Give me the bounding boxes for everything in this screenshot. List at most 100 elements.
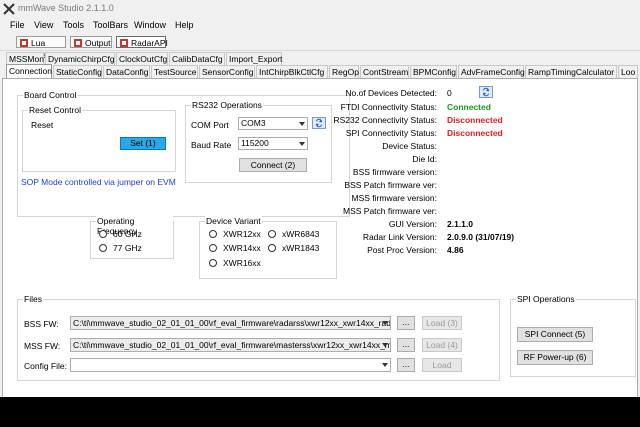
com-port-label: COM Port xyxy=(191,120,229,130)
output-icon xyxy=(74,39,82,47)
menu-bar: File View Tools ToolBars Window Help xyxy=(0,18,640,34)
refresh-devices-icon[interactable] xyxy=(479,86,493,98)
tab-row-1: MSSMon DynamicChirpCfg ClockOutCfg Calib… xyxy=(0,52,640,65)
tab-advframeconfig[interactable]: AdvFrameConfig xyxy=(458,65,525,78)
chevron-down-icon xyxy=(382,321,388,325)
toolbar: Lua Shell Output RadarAPI xyxy=(0,34,640,60)
radio-xwr14xx-label: XWR14xx xyxy=(223,243,261,253)
radio-xwr16xx[interactable] xyxy=(209,259,217,267)
bss-fw-field-label: BSS FW: xyxy=(24,319,59,329)
die-id-label: Die Id: xyxy=(412,154,437,164)
radio-xwr1843[interactable] xyxy=(268,244,276,252)
title-bar: mmWave Studio 2.1.1.0 xyxy=(0,0,640,18)
baud-rate-label: Baud Rate xyxy=(191,140,232,150)
tab-connection[interactable]: Connection xyxy=(6,64,52,79)
spi-operations-title: SPI Operations xyxy=(516,294,576,304)
tab-intchirpblkctlcfg[interactable]: IntChirpBlkCtlCfg xyxy=(256,65,328,78)
radio-xwr6843[interactable] xyxy=(268,230,276,238)
ftdi-status-label: FTDI Connectivity Status: xyxy=(340,102,437,112)
output-button[interactable]: Output xyxy=(70,36,112,48)
post-proc-value: 4.86 xyxy=(447,245,464,255)
tab-row-2: Connection StaticConfig DataConfig TestS… xyxy=(0,64,640,79)
tab-staticconfig[interactable]: StaticConfig xyxy=(53,65,102,78)
mss-fw-path[interactable]: C:\ti\mmwave_studio_02_01_01_00\rf_eval_… xyxy=(70,338,391,352)
tab-ramptimingcalculator[interactable]: RampTimingCalculator xyxy=(525,65,617,78)
tab-clockoutcfg[interactable]: ClockOutCfg xyxy=(116,52,168,65)
lua-shell-icon xyxy=(20,39,28,47)
radio-60ghz[interactable] xyxy=(99,230,107,238)
rs232-status-value: Disconnected xyxy=(447,115,503,125)
spi-status-value: Disconnected xyxy=(447,128,503,138)
radio-77ghz[interactable] xyxy=(99,244,107,252)
devices-detected-label: No.of Devices Detected: xyxy=(345,88,437,98)
config-load-button[interactable]: Load xyxy=(422,358,462,372)
mss-patch-label: MSS Patch firmware ver: xyxy=(343,206,437,216)
menu-tools[interactable]: Tools xyxy=(63,20,84,30)
rs232-title: RS232 Operations xyxy=(191,100,263,110)
post-proc-label: Post Proc Version: xyxy=(367,245,437,255)
connection-panel: Board Control Reset Control Reset Set (1… xyxy=(2,78,638,398)
radar-link-value: 2.0.9.0 (31/07/19) xyxy=(447,232,515,242)
menu-help[interactable]: Help xyxy=(175,20,194,30)
reset-label: Reset xyxy=(31,120,54,130)
menu-toolbars[interactable]: ToolBars xyxy=(93,20,128,30)
config-file-path[interactable] xyxy=(70,358,391,372)
chevron-down-icon xyxy=(382,343,388,347)
spi-status-label: SPI Connectivity Status: xyxy=(345,128,437,138)
bss-patch-label: BSS Patch firmware ver: xyxy=(344,180,437,190)
tab-testsource[interactable]: TestSource xyxy=(151,65,198,78)
bss-fw-label: BSS firmware version: xyxy=(352,167,437,177)
tab-import-export[interactable]: Import_Export xyxy=(226,52,282,65)
menu-window[interactable]: Window xyxy=(134,20,166,30)
rf-powerup-button[interactable]: RF Power-up (6) xyxy=(517,350,593,365)
reset-control-title: Reset Control xyxy=(28,105,82,115)
menu-file[interactable]: File xyxy=(10,20,25,30)
radarapi-button[interactable]: RadarAPI xyxy=(116,36,168,48)
tab-bpmconfig[interactable]: BPMConfig xyxy=(410,65,457,78)
bss-fw-path[interactable]: C:\ti\mmwave_studio_02_01_01_00\rf_eval_… xyxy=(70,316,391,330)
sop-mode-note: SOP Mode controlled via jumper on EVM xyxy=(21,177,176,187)
mss-fw-field-label: MSS FW: xyxy=(24,341,61,351)
tab-contstream[interactable]: ContStream xyxy=(360,65,409,78)
gui-version-value: 2.1.1.0 xyxy=(447,219,473,229)
files-title: Files xyxy=(23,294,43,304)
tab-regop[interactable]: RegOp xyxy=(329,65,359,78)
radarapi-icon xyxy=(120,39,128,47)
mss-load-button[interactable]: Load (4) xyxy=(422,338,462,352)
reset-control-group: Reset Control Reset Set (1) xyxy=(22,105,176,172)
radio-xwr14xx[interactable] xyxy=(209,244,217,252)
menu-view[interactable]: View xyxy=(34,20,53,30)
bss-load-button[interactable]: Load (3) xyxy=(422,316,462,330)
spi-connect-button[interactable]: SPI Connect (5) xyxy=(517,327,593,342)
tab-dataconfig[interactable]: DataConfig xyxy=(103,65,150,78)
tab-calibdatacfg[interactable]: CalibDataCfg xyxy=(169,52,225,65)
config-browse-button[interactable]: ... xyxy=(397,358,415,372)
com-port-value: COM3 xyxy=(241,118,266,128)
tab-sensorconfig[interactable]: SensorConfig xyxy=(199,65,255,78)
bss-fw-path-value: C:\ti\mmwave_studio_02_01_01_00\rf_eval_… xyxy=(73,318,391,328)
tab-loo[interactable]: Loo xyxy=(618,65,638,78)
spi-operations-group: SPI Operations SPI Connect (5) RF Power-… xyxy=(510,294,636,377)
output-label: Output xyxy=(85,38,111,48)
device-status-label: Device Status: xyxy=(382,141,437,151)
set-button[interactable]: Set (1) xyxy=(120,137,166,150)
ftdi-status-value: Connected xyxy=(447,102,491,112)
devices-detected-value: 0 xyxy=(447,88,452,98)
radarapi-label: RadarAPI xyxy=(131,38,168,48)
status-panel: No.of Devices Detected: 0 FTDI Connectiv… xyxy=(287,79,587,259)
operating-frequency-group: Operating Frequency 60 GHz 77 GHz xyxy=(90,216,174,259)
radio-xwr16xx-label: XWR16xx xyxy=(223,258,261,268)
radio-xwr12xx[interactable] xyxy=(209,230,217,238)
bottom-strip xyxy=(0,397,640,427)
radio-77ghz-label: 77 GHz xyxy=(113,243,142,253)
config-file-label: Config File: xyxy=(24,361,67,371)
chevron-down-icon xyxy=(382,363,388,367)
app-icon xyxy=(3,3,15,15)
mss-browse-button[interactable]: ... xyxy=(397,338,415,352)
tab-dynamicchirpcfg[interactable]: DynamicChirpCfg xyxy=(45,52,115,65)
lua-shell-button[interactable]: Lua Shell xyxy=(16,36,66,60)
bss-browse-button[interactable]: ... xyxy=(397,316,415,330)
radio-xwr12xx-label: XWR12xx xyxy=(223,229,261,239)
window-title: mmWave Studio 2.1.1.0 xyxy=(18,3,114,13)
files-group: Files BSS FW: C:\ti\mmwave_studio_02_01_… xyxy=(17,294,500,381)
